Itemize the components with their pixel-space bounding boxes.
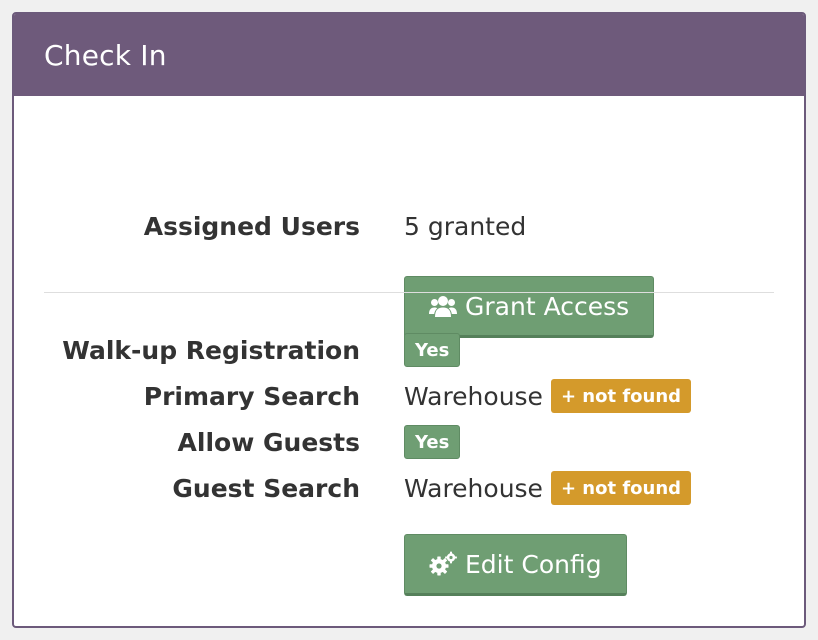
grant-access-label: Grant Access: [465, 291, 630, 321]
guest-search-text: Warehouse: [404, 473, 543, 503]
guest-search-value: Warehouse + not found: [404, 471, 692, 505]
panel-body: Assigned Users 5 granted Grant Access Wa…: [14, 96, 804, 626]
primary-search-value: Warehouse + not found: [404, 379, 692, 413]
gears-icon: [429, 551, 457, 577]
walkup-registration-value: Yes: [404, 333, 461, 367]
assigned-users-value: 5 granted: [404, 211, 527, 241]
check-in-panel: Check In Assigned Users 5 granted Grant …: [12, 12, 806, 628]
allow-guests-row: Allow Guests Yes: [14, 420, 804, 464]
assigned-users-row: Assigned Users 5 granted: [14, 204, 804, 248]
edit-config-button[interactable]: Edit Config: [404, 534, 627, 596]
allow-guests-label: Allow Guests: [177, 427, 360, 457]
walkup-yes-badge: Yes: [404, 333, 461, 367]
walkup-registration-row: Walk-up Registration Yes: [14, 328, 804, 372]
assigned-users-label: Assigned Users: [143, 211, 360, 241]
allow-guests-value: Yes: [404, 425, 461, 459]
primary-search-text: Warehouse: [404, 381, 543, 411]
guest-search-not-found-badge: + not found: [550, 471, 692, 505]
section-divider: [44, 292, 774, 293]
guest-search-row: Guest Search Warehouse + not found: [14, 466, 804, 510]
panel-title: Check In: [44, 38, 167, 72]
users-icon: [429, 294, 457, 318]
primary-search-not-found-badge: + not found: [550, 379, 692, 413]
primary-search-label: Primary Search: [143, 381, 360, 411]
edit-config-label: Edit Config: [465, 549, 602, 579]
panel-header: Check In: [14, 14, 804, 96]
allow-guests-yes-badge: Yes: [404, 425, 461, 459]
guest-search-label: Guest Search: [172, 473, 360, 503]
primary-search-row: Primary Search Warehouse + not found: [14, 374, 804, 418]
walkup-registration-label: Walk-up Registration: [62, 335, 360, 365]
